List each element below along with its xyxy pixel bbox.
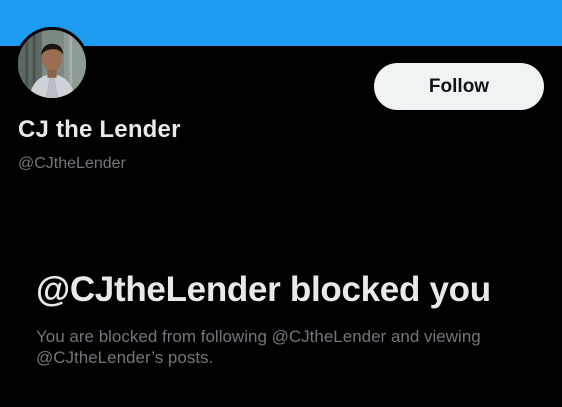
profile-photo-icon <box>18 30 86 98</box>
blocked-heading: @CJtheLender blocked you <box>36 270 491 309</box>
profile-handle: @CJtheLender <box>18 155 126 172</box>
blocked-message: You are blocked from following @CJtheLen… <box>36 327 481 367</box>
profile-display-name: CJ the Lender <box>18 116 181 143</box>
follow-button[interactable]: Follow <box>374 63 544 110</box>
profile-avatar[interactable] <box>15 27 89 101</box>
profile-banner <box>0 0 562 46</box>
